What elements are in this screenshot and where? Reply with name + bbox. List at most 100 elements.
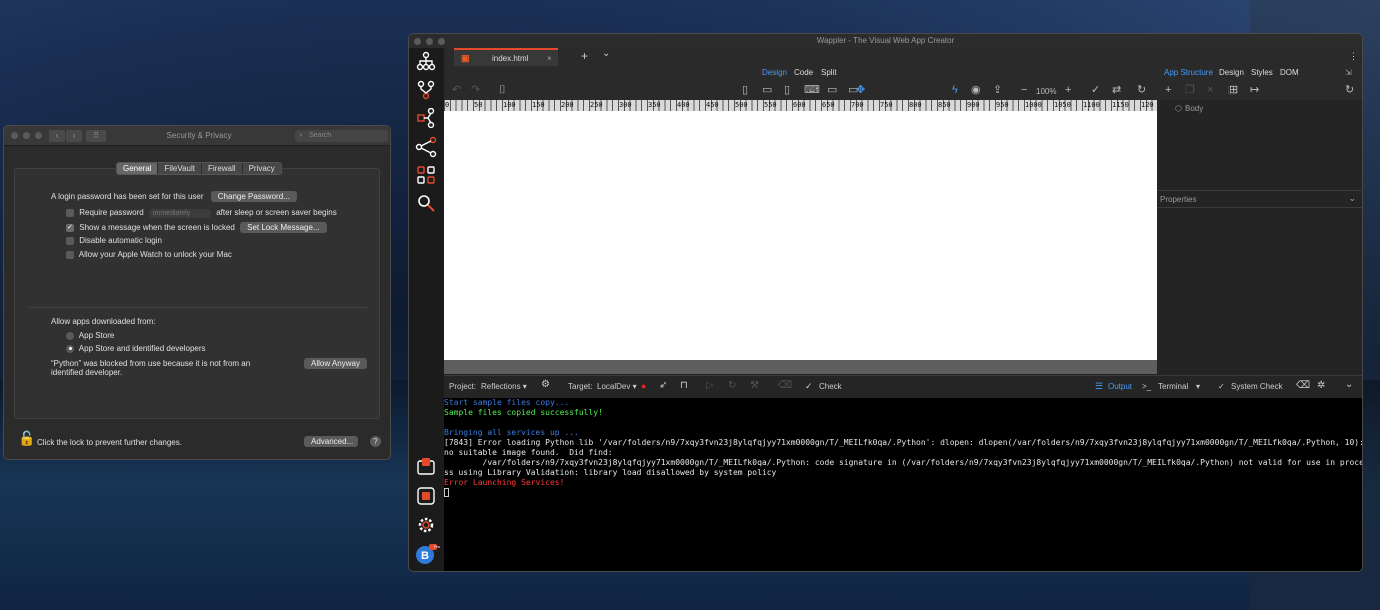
add-component-icon[interactable]: + xyxy=(1165,83,1171,97)
resources-icon[interactable] xyxy=(414,163,438,187)
back-button[interactable]: ‹ xyxy=(49,130,65,142)
run-play-icon[interactable]: ▷ xyxy=(706,380,714,391)
panel-styles[interactable]: Styles xyxy=(1251,68,1273,77)
show-message-checkbox[interactable]: ✓ xyxy=(66,223,74,232)
zoom-out-icon[interactable]: − xyxy=(1021,83,1027,97)
change-password-button[interactable]: Change Password... xyxy=(210,191,297,202)
add-tab-button[interactable]: + xyxy=(581,49,588,63)
disable-auto-login-checkbox[interactable] xyxy=(66,236,74,245)
check-button[interactable]: Check xyxy=(819,382,842,391)
git-icon[interactable] xyxy=(414,78,438,102)
tablet-landscape-icon[interactable]: ▭ xyxy=(762,83,772,97)
tab-filevault[interactable]: FileVault xyxy=(158,163,202,174)
deploy-rocket-icon[interactable]: ➶ xyxy=(659,380,667,391)
project-settings-gear-icon[interactable]: ⚙ xyxy=(541,379,550,390)
apple-watch-checkbox[interactable] xyxy=(66,250,74,259)
screenshot-camera-icon[interactable]: ⌷ xyxy=(499,83,506,97)
body-tree-node[interactable]: ⬡ Body xyxy=(1175,104,1203,113)
zoom-window-button[interactable] xyxy=(35,132,42,139)
panel-design[interactable]: Design xyxy=(1219,68,1244,77)
panel-app-structure[interactable]: App Structure xyxy=(1164,68,1213,77)
close-window-button[interactable] xyxy=(11,132,18,139)
tab-output[interactable]: Output xyxy=(1108,382,1132,391)
chevron-down-icon[interactable]: ⌄ xyxy=(1348,193,1356,204)
app-store-radio[interactable] xyxy=(66,331,74,340)
advanced-button[interactable]: Advanced... xyxy=(304,436,358,447)
panel-refresh-icon[interactable]: ↻ xyxy=(1345,83,1354,97)
trash-icon[interactable]: ⌫ xyxy=(778,380,792,391)
settings-gear-icon[interactable] xyxy=(414,513,438,537)
mode-design[interactable]: Design xyxy=(762,68,787,77)
redo-icon[interactable]: ↷ xyxy=(471,83,480,97)
sync-icon[interactable]: ⇄ xyxy=(1112,83,1121,97)
app-store-label: App Store xyxy=(78,331,115,340)
validate-check-icon[interactable]: ✓ xyxy=(1091,83,1100,97)
undo-icon[interactable]: ↶ xyxy=(452,83,461,97)
tab-privacy[interactable]: Privacy xyxy=(242,163,281,174)
disable-login-row: Disable automatic login xyxy=(66,236,162,245)
search-icon[interactable] xyxy=(414,191,438,215)
require-password-select[interactable]: immediately xyxy=(148,209,211,218)
cube-icon: ⬡ xyxy=(1175,104,1182,113)
tab-terminal[interactable]: Terminal xyxy=(1158,382,1188,391)
identified-developers-option[interactable]: App Store and identified developers xyxy=(66,344,206,353)
collapse-panel-icon[interactable]: ⇲ xyxy=(1345,68,1352,77)
duplicate-icon[interactable]: ❐ xyxy=(1185,83,1195,97)
terminal-dropdown-icon[interactable]: ▾ xyxy=(1196,382,1200,391)
design-canvas[interactable] xyxy=(444,111,1157,360)
desktop-view-icon[interactable]: ▭ xyxy=(827,83,837,97)
terminal-output[interactable]: Start sample files copy... Sample files … xyxy=(444,398,1362,571)
identified-developers-radio[interactable] xyxy=(66,344,74,353)
help-button[interactable]: ? xyxy=(370,436,381,447)
restart-icon[interactable]: ↻ xyxy=(728,380,736,391)
show-all-grid-icon[interactable]: ⠿ xyxy=(86,130,106,142)
account-avatar-icon[interactable]: B Pro xyxy=(414,542,440,566)
more-menu-icon[interactable]: ⋮ xyxy=(1349,51,1358,62)
mode-split[interactable]: Split xyxy=(821,68,837,77)
preview-eye-icon[interactable]: ◉ xyxy=(971,83,981,97)
allow-anyway-button[interactable]: Allow Anyway xyxy=(304,358,367,369)
laptop-view-icon[interactable]: ⌨ xyxy=(804,83,820,97)
share-icon[interactable]: ⇪ xyxy=(993,83,1002,97)
tablet-portrait-icon[interactable]: ▯ xyxy=(784,83,790,97)
tab-menu-chevron-icon[interactable]: ⌄ xyxy=(602,48,610,59)
server-connect-icon[interactable] xyxy=(414,106,438,130)
zoom-in-icon[interactable]: + xyxy=(1065,83,1071,97)
eraser-icon[interactable]: ⌫ xyxy=(1296,380,1310,391)
panel-chevron-down-icon[interactable]: ⌄ xyxy=(1345,379,1353,390)
lock-icon[interactable]: 🔓 xyxy=(18,430,35,447)
move-arrows-icon[interactable]: ✥ xyxy=(856,83,865,97)
app-connect-icon[interactable] xyxy=(414,49,438,73)
mode-code[interactable]: Code xyxy=(794,68,813,77)
delete-x-icon[interactable]: × xyxy=(1207,83,1213,97)
properties-header[interactable]: Properties ⌄ xyxy=(1157,190,1362,208)
project-select[interactable]: Reflections ▾ xyxy=(481,382,527,391)
ruler-tick: 50 xyxy=(474,101,483,109)
forward-button[interactable]: › xyxy=(66,130,82,142)
tab-system-check[interactable]: System Check xyxy=(1231,382,1283,391)
extensions-icon[interactable] xyxy=(414,484,438,508)
mobile-view-icon[interactable]: ▯ xyxy=(742,83,748,97)
bookmark-icon[interactable]: ⊓ xyxy=(680,380,688,391)
tab-index-html[interactable]: ▣ index.html × xyxy=(454,48,558,66)
minimize-window-button[interactable] xyxy=(23,132,30,139)
target-select[interactable]: LocalDev ▾ xyxy=(597,382,637,391)
inbox-icon[interactable] xyxy=(414,455,438,479)
set-lock-message-button[interactable]: Set Lock Message... xyxy=(240,222,327,233)
wrap-element-icon[interactable]: ↦ xyxy=(1250,83,1259,97)
app-store-option[interactable]: App Store xyxy=(66,331,114,340)
bottom-bar: 🔓 Click the lock to prevent further chan… xyxy=(4,426,390,459)
build-hammer-icon[interactable]: ⚒ xyxy=(750,380,759,391)
debug-bug-icon[interactable]: ✲ xyxy=(1317,380,1325,391)
workflows-icon[interactable] xyxy=(414,135,438,159)
horizontal-scrollbar[interactable] xyxy=(444,360,1157,374)
tab-firewall[interactable]: Firewall xyxy=(202,163,243,174)
search-input[interactable]: ⌕ Search xyxy=(295,130,388,142)
structure-tree-icon[interactable]: ⊞ xyxy=(1229,83,1238,97)
tab-general[interactable]: General xyxy=(117,163,159,174)
require-password-checkbox[interactable] xyxy=(66,208,74,217)
close-tab-icon[interactable]: × xyxy=(547,54,552,63)
refresh-icon[interactable]: ↻ xyxy=(1137,83,1146,97)
lightning-icon[interactable]: ϟ xyxy=(952,83,958,97)
panel-dom[interactable]: DOM xyxy=(1280,68,1299,77)
